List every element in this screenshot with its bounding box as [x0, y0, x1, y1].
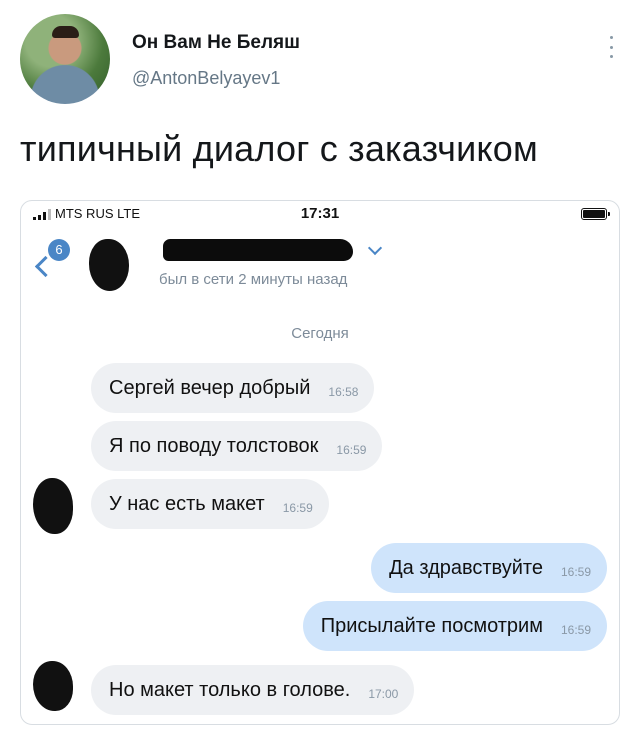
message-time: 17:00 — [368, 687, 399, 701]
message-time: 16:58 — [328, 385, 359, 399]
message-bubble[interactable]: Сергей вечер добрый 16:58 — [91, 363, 375, 413]
date-separator: Сегодня — [291, 325, 349, 342]
message-bubble[interactable]: Но макет только в голове. 17:00 — [91, 665, 415, 715]
message-bubble[interactable]: Да здравствуйте 16:59 — [371, 543, 607, 593]
message-bubble[interactable]: Присылайте посмотрим 16:59 — [302, 601, 607, 651]
chat-header: 6 был в сети 2 минуты назад — [21, 231, 619, 301]
message-time: 16:59 — [336, 443, 367, 457]
message-bubble[interactable]: У нас есть макет 16:59 — [91, 479, 329, 529]
sender-avatar[interactable] — [33, 661, 73, 711]
tweet-text: типичный диалог с заказчиком — [20, 128, 538, 169]
unread-badge: 6 — [48, 239, 70, 261]
contact-name-redacted[interactable] — [163, 239, 353, 261]
message-text: Я по поводу толстовок — [109, 434, 319, 457]
status-bar: MTS RUS LTE 17:31 — [21, 201, 619, 227]
author-name[interactable]: Он Вам Не Беляш — [132, 32, 300, 54]
message-time: 16:59 — [560, 565, 591, 579]
more-icon[interactable] — [608, 36, 614, 58]
contact-avatar[interactable] — [89, 239, 129, 291]
chevron-down-icon[interactable] — [367, 240, 383, 256]
author-handle[interactable]: @AntonBelyayev1 — [132, 68, 280, 89]
status-time: 17:31 — [300, 205, 340, 222]
last-seen-status: был в сети 2 минуты назад — [159, 271, 348, 288]
message-text: Сергей вечер добрый — [109, 376, 311, 399]
tweet-header: Он Вам Не Беляш @AntonBelyayev1 — [20, 14, 620, 109]
message-text: Да здравствуйте — [389, 556, 543, 579]
author-avatar[interactable] — [20, 14, 110, 104]
message-text: Присылайте посмотрим — [320, 614, 543, 637]
message-text: Но макет только в голове. — [109, 678, 351, 701]
battery-icon — [581, 208, 610, 220]
message-time: 16:59 — [282, 501, 313, 515]
message-time: 16:59 — [560, 623, 591, 637]
message-bubble[interactable]: Я по поводу толстовок 16:59 — [91, 421, 383, 471]
embedded-screenshot[interactable]: MTS RUS LTE 17:31 6 был в сети 2 минуты … — [20, 200, 620, 725]
sender-avatar[interactable] — [33, 478, 73, 534]
message-text: У нас есть макет — [109, 492, 265, 515]
